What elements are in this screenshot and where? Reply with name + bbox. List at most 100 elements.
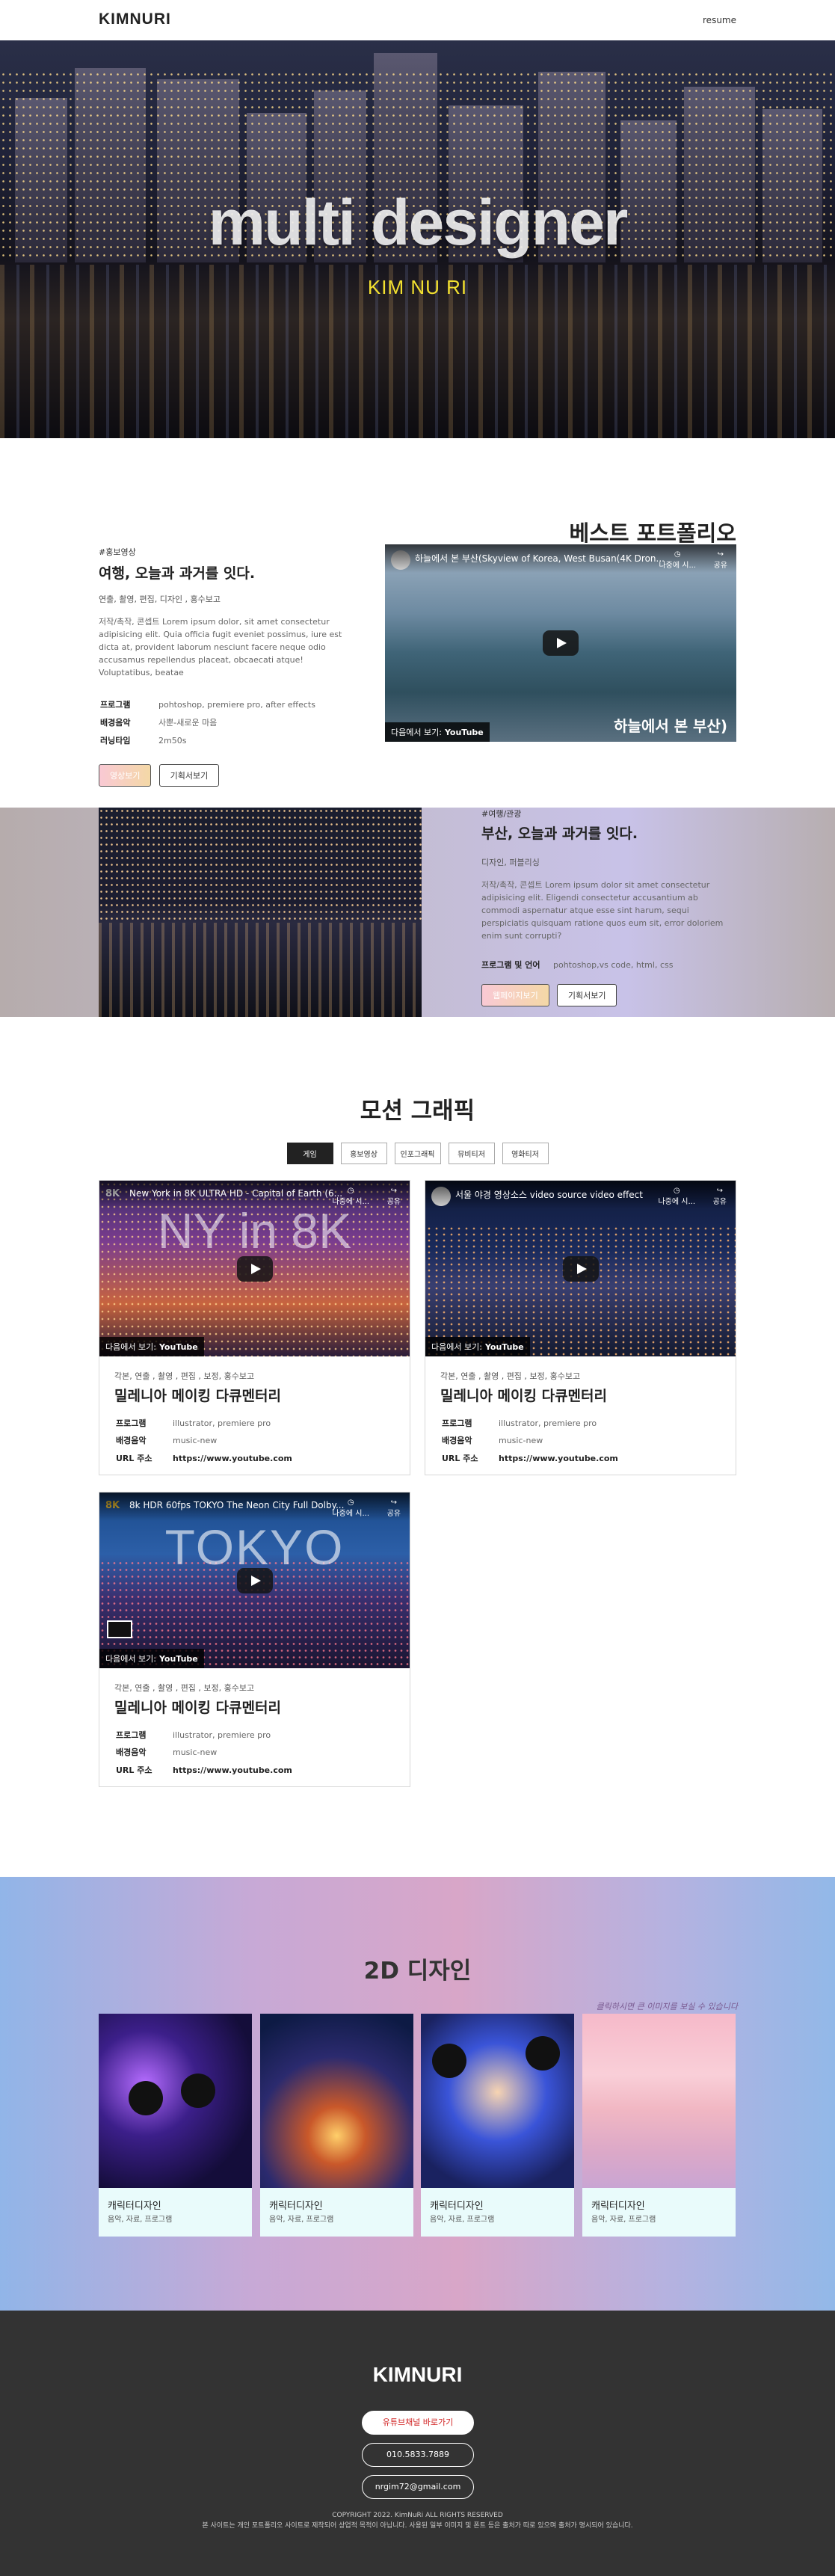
card-title: 캐릭터디자인 [591, 2201, 645, 2212]
youtube-channel-button[interactable]: 유튜브채널 바로가기 [362, 2411, 474, 2435]
project-spec-table: 프로그램 pohtoshop, premiere pro, after effec… [99, 695, 317, 751]
share-label: 공유 [386, 1510, 401, 1518]
watch-on-youtube[interactable]: 다음에서 보기: YouTube [99, 1649, 204, 1668]
share-icon[interactable]: ↪ 공유 [713, 1187, 727, 1206]
view-plan-button[interactable]: 기획서보기 [158, 764, 220, 787]
site-footer: KIMNURI 유튜브채널 바로가기 010.5833.7889 nrgim72… [0, 2311, 835, 2576]
temple-image[interactable] [260, 2014, 413, 2188]
watch-on-youtube[interactable]: 다음에서 보기: YouTube [385, 722, 490, 742]
spec-key: 배경음악 [116, 1436, 147, 1446]
share-icon[interactable]: ↪ 공유 [387, 1498, 401, 1518]
card-subtitle: 음악, 자료, 프로그램 [591, 2216, 656, 2224]
play-button[interactable] [562, 1255, 599, 1282]
project-roles: 연출, 촬영, 편집, 디자인 , 홍수보고 [99, 594, 221, 604]
project-heading: 여행, 오늘과 과거를 잇다. [99, 565, 256, 582]
share-label: 공유 [712, 1198, 727, 1206]
busan-project-band: #여행/관광 부산, 오늘과 과거를 잇다. 디자인, 퍼블리싱 저작/촉작, … [0, 808, 835, 1017]
view-plan-button[interactable]: 기획서보기 [556, 984, 617, 1007]
2d-design-section: 2D 디자인 클릭하시면 큰 이미지를 보실 수 있습니다 캐릭터디자인 음악,… [0, 1877, 835, 2311]
share-label: 공유 [713, 562, 727, 570]
watch-later-label: 나중에 시... [659, 562, 696, 570]
card-body: 각본, 연출 , 촬영 , 편집 , 보정, 홍수보고 밀레니아 메이킹 다큐멘… [114, 1370, 398, 1468]
design-card[interactable]: 캐릭터디자인 음악, 자료, 프로그램 [421, 2014, 574, 2237]
spec-row: 배경음악 사뿐-새로운 마음 [100, 715, 315, 731]
youtube-logo: YouTube [158, 1654, 198, 1664]
video-overlay-text: NY in 8K [157, 1203, 352, 1258]
view-webpage-button[interactable]: 웹페이지보기 [481, 984, 549, 1007]
email-button[interactable]: nrgim72@gmail.com [362, 2475, 474, 2499]
watch-on-youtube[interactable]: 다음에서 보기: YouTube [99, 1337, 204, 1356]
resume-link[interactable]: resume [703, 15, 736, 25]
watch-on-youtube[interactable]: 다음에서 보기: YouTube [425, 1337, 530, 1356]
sunset-image[interactable] [582, 2014, 736, 2188]
card-tag: 각본, 연출 , 촬영 , 편집 , 보정, 홍수보고 [114, 1371, 255, 1381]
2d-design-title: 2D 디자인 [363, 1958, 472, 1985]
city-lights [99, 808, 422, 923]
share-icon[interactable]: ↪ 공유 [387, 1187, 401, 1206]
watch-later-label: 나중에 시... [332, 1198, 369, 1206]
character-image[interactable] [99, 2014, 252, 2188]
spec-value: 2m50s [158, 736, 187, 746]
play-button[interactable] [543, 630, 579, 656]
busan-video-player[interactable]: 하늘에서 본 부산(Skyview of Korea, West Busan(4… [385, 544, 736, 742]
tab-movie-teaser[interactable]: 영화티저 [502, 1143, 549, 1164]
footer-logo: KIMNURI [372, 2363, 463, 2386]
busan-night-photo[interactable] [99, 808, 422, 1017]
spec-key: 배경음악 [442, 1436, 472, 1446]
url-link[interactable]: https://www.youtube.com [173, 1451, 292, 1466]
dolby-icon [107, 1620, 132, 1638]
url-link[interactable]: https://www.youtube.com [173, 1762, 292, 1778]
share-label: 공유 [386, 1198, 401, 1206]
copyright: COPYRIGHT 2022. KimNuRi ALL RIGHTS RESER… [0, 2511, 835, 2532]
project-description: 저작/촉작, 콘셉트 Lorem ipsum dolor sit amet co… [481, 880, 724, 941]
tab-promo-video[interactable]: 홍보영상 [340, 1143, 387, 1164]
watch-video-button[interactable]: 영상보기 [99, 764, 152, 787]
play-button[interactable] [236, 1567, 273, 1593]
hero-title: multi designer [208, 187, 629, 259]
spec-value: pohtoshop, premiere pro, after effects [158, 700, 315, 710]
phone-button[interactable]: 010.5833.7889 [362, 2443, 474, 2467]
design-card[interactable]: 캐릭터디자인 음악, 자료, 프로그램 [99, 2014, 252, 2237]
watch-on-label: 다음에서 보기: [105, 1342, 156, 1352]
tab-infographic[interactable]: 인포그래픽 [394, 1143, 441, 1164]
character-ear [181, 2074, 215, 2108]
video-player[interactable]: NY in 8K 8K New York in 8K ULTRA HD - Ca… [99, 1181, 410, 1356]
character-image[interactable] [421, 2014, 574, 2188]
character-ear [432, 2044, 466, 2078]
design-card[interactable]: 캐릭터디자인 음악, 자료, 프로그램 [582, 2014, 736, 2237]
share-icon[interactable]: ↪ 공유 [714, 550, 727, 570]
spec-value: illustrator, premiere pro [499, 1418, 597, 1428]
spec-value: music-new [173, 1436, 218, 1446]
category-tag: #여행/관광 [481, 809, 522, 819]
watch-later-icon[interactable]: ◷ 나중에 시... [332, 1187, 369, 1206]
watch-later-icon[interactable]: ◷ 나중에 시... [332, 1498, 369, 1518]
motion-card: TOKYO 8K 8k HDR 60fps TOKYO The Neon Cit… [99, 1492, 410, 1787]
top-nav: KIMNURI resume [0, 0, 835, 40]
design-card[interactable]: 캐릭터디자인 음악, 자료, 프로그램 [260, 2014, 413, 2237]
video-player[interactable]: 서울 야경 영상소스 video source video effect ◷ 나중… [425, 1181, 736, 1356]
character-ear [526, 2036, 560, 2071]
watch-later-icon[interactable]: ◷ 나중에 시... [659, 550, 696, 570]
card-tag: 각본, 연출 , 촬영 , 편집 , 보정, 홍수보고 [114, 1683, 255, 1693]
best-portfolio-title: 베스트 포트폴리오 [569, 520, 736, 546]
tab-mv-teaser[interactable]: 뮤비티저 [448, 1143, 495, 1164]
spec-value: illustrator, premiere pro [173, 1730, 271, 1740]
spec-value: music-new [499, 1436, 543, 1446]
card-heading: 밀레니아 메이킹 다큐멘터리 [114, 1388, 281, 1404]
video-player[interactable]: TOKYO 8K 8k HDR 60fps TOKYO The Neon Cit… [99, 1493, 410, 1668]
hero-banner: multi designer KIM NU RI [0, 40, 835, 438]
spec-value: music-new [173, 1747, 218, 1758]
tab-game[interactable]: 게임 [286, 1143, 333, 1164]
spec-key: 배경음악 [116, 1747, 147, 1758]
play-button[interactable] [236, 1255, 273, 1282]
watch-on-label: 다음에서 보기: [105, 1654, 156, 1664]
hero-subtitle: KIM NU RI [367, 276, 468, 298]
spec-key: 프로그램 및 언어 [481, 960, 540, 971]
motion-card: 서울 야경 영상소스 video source video effect ◷ 나중… [425, 1180, 736, 1475]
site-logo[interactable]: KIMNURI [99, 10, 171, 28]
url-link[interactable]: https://www.youtube.com [499, 1451, 618, 1466]
spec-key: URL 주소 [442, 1453, 478, 1463]
watch-later-icon[interactable]: ◷ 나중에 시... [658, 1187, 695, 1206]
watch-later-label: 나중에 시... [658, 1198, 695, 1206]
spec-value: pohtoshop,vs code, html, css [553, 960, 674, 971]
